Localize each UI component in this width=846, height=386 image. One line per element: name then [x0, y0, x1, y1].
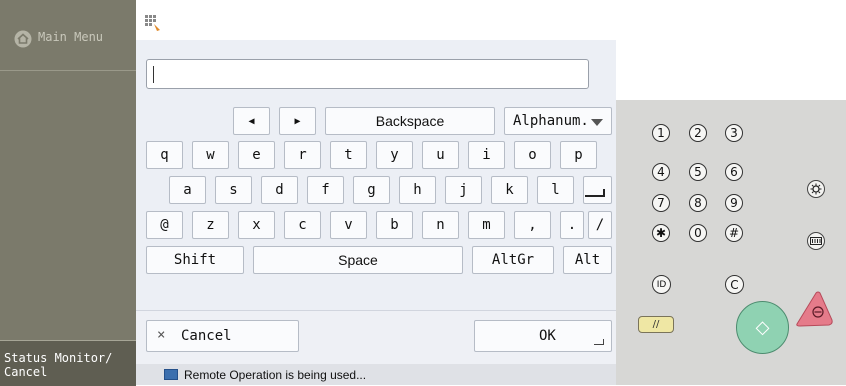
key-e[interactable]: e — [238, 141, 275, 169]
altgr-key[interactable]: AltGr — [472, 246, 554, 274]
key-l[interactable]: l — [537, 176, 574, 204]
hw-key-9[interactable]: 9 — [725, 194, 743, 212]
hw-id-button[interactable]: ID — [652, 275, 671, 294]
close-icon: × — [157, 327, 166, 343]
key-g[interactable]: g — [353, 176, 390, 204]
hw-key-6[interactable]: 6 — [725, 163, 743, 181]
hw-key-hash[interactable]: # — [725, 224, 743, 242]
hardware-keypad: 1 2 3 4 5 6 7 8 9 ✱ 0 # ID C // ◇ — [616, 100, 846, 385]
keyboard-settings-icon — [145, 15, 160, 31]
hw-key-0[interactable]: 0 — [689, 224, 707, 242]
backspace-label: Backspace — [375, 113, 445, 129]
remote-status-text: Remote Operation is being used... — [184, 368, 367, 382]
main-panel: ◀ ▶ Backspace Alphanum. q w e r t y u i … — [136, 0, 616, 385]
ok-label: OK — [539, 328, 556, 344]
key-b[interactable]: b — [376, 211, 413, 239]
key-s[interactable]: s — [215, 176, 252, 204]
key-m[interactable]: m — [468, 211, 505, 239]
hw-key-3[interactable]: 3 — [725, 124, 743, 142]
key-x[interactable]: x — [238, 211, 275, 239]
key-d[interactable]: d — [261, 176, 298, 204]
remote-status-bar: Remote Operation is being used... — [136, 364, 616, 385]
key-slash[interactable]: / — [588, 211, 612, 239]
input-mode-dropdown[interactable]: Alphanum. — [504, 107, 612, 135]
hw-key-7[interactable]: 7 — [652, 194, 670, 212]
start-icon: ◇ — [755, 317, 770, 338]
key-c[interactable]: c — [284, 211, 321, 239]
chevron-down-icon — [591, 119, 603, 126]
key-r[interactable]: r — [284, 141, 321, 169]
status-line-1: Status Monitor/ — [4, 351, 113, 365]
remote-operation-icon — [164, 369, 178, 380]
start-button[interactable]: ◇ — [736, 301, 789, 354]
key-i[interactable]: i — [468, 141, 505, 169]
key-k[interactable]: k — [491, 176, 528, 204]
alt-key[interactable]: Alt — [563, 246, 612, 274]
cancel-button[interactable]: × Cancel — [146, 320, 299, 352]
counter-check-button[interactable] — [807, 232, 825, 250]
text-input[interactable] — [157, 64, 581, 86]
main-menu-button[interactable]: Main Menu — [0, 0, 136, 71]
key-n[interactable]: n — [422, 211, 459, 239]
stop-button[interactable] — [794, 290, 834, 328]
gear-icon — [810, 183, 822, 195]
right-arrow-icon: ▶ — [294, 115, 301, 127]
hw-clear-c-button[interactable]: C — [725, 275, 744, 294]
key-u[interactable]: u — [422, 141, 459, 169]
right-arrow-key[interactable]: ▶ — [279, 107, 316, 135]
bottom-bar: × Cancel OK — [136, 310, 616, 365]
cancel-label: Cancel — [181, 328, 232, 344]
hw-key-8[interactable]: 8 — [689, 194, 707, 212]
key-q[interactable]: q — [146, 141, 183, 169]
left-arrow-key[interactable]: ◀ — [233, 107, 270, 135]
key-h[interactable]: h — [399, 176, 436, 204]
status-line-2: Cancel — [4, 365, 48, 379]
text-input-box[interactable] — [146, 59, 589, 89]
sidebar: Main Menu Status Monitor/ Cancel — [0, 0, 136, 386]
altgr-label: AltGr — [491, 252, 535, 268]
enter-icon — [585, 189, 605, 197]
key-at[interactable]: @ — [146, 211, 183, 239]
key-v[interactable]: v — [330, 211, 367, 239]
space-key[interactable]: Space — [253, 246, 463, 274]
key-o[interactable]: o — [514, 141, 551, 169]
status-monitor-button[interactable]: Status Monitor/ Cancel — [0, 340, 136, 386]
alt-label: Alt — [574, 252, 601, 268]
key-j[interactable]: j — [445, 176, 482, 204]
home-icon — [14, 30, 32, 48]
shift-key[interactable]: Shift — [146, 246, 244, 274]
ok-button[interactable]: OK — [474, 320, 612, 352]
keyboard-area: ◀ ▶ Backspace Alphanum. q w e r t y u i … — [136, 40, 616, 310]
shift-label: Shift — [173, 252, 217, 268]
backspace-key[interactable]: Backspace — [325, 107, 495, 135]
key-p[interactable]: p — [560, 141, 597, 169]
input-mode-label: Alphanum. — [513, 113, 589, 129]
key-t[interactable]: t — [330, 141, 367, 169]
left-arrow-icon: ◀ — [248, 115, 255, 127]
key-f[interactable]: f — [307, 176, 344, 204]
key-y[interactable]: y — [376, 141, 413, 169]
main-menu-label: Main Menu — [38, 30, 104, 44]
enter-key[interactable] — [583, 176, 612, 204]
key-w[interactable]: w — [192, 141, 229, 169]
settings-registration-icon[interactable] — [807, 180, 825, 198]
key-comma[interactable]: , — [514, 211, 551, 239]
hw-key-5[interactable]: 5 — [689, 163, 707, 181]
reset-symbol: // — [652, 319, 660, 330]
space-label: Space — [338, 252, 378, 268]
reset-button[interactable]: // — [638, 316, 674, 333]
corner-arrow-icon — [594, 339, 604, 345]
counter-icon — [810, 237, 822, 245]
key-period[interactable]: . — [560, 211, 584, 239]
hw-key-1[interactable]: 1 — [652, 124, 670, 142]
hw-key-4[interactable]: 4 — [652, 163, 670, 181]
hw-key-star[interactable]: ✱ — [652, 224, 670, 242]
text-cursor — [153, 66, 154, 83]
key-a[interactable]: a — [169, 176, 206, 204]
hw-key-2[interactable]: 2 — [689, 124, 707, 142]
key-z[interactable]: z — [192, 211, 229, 239]
